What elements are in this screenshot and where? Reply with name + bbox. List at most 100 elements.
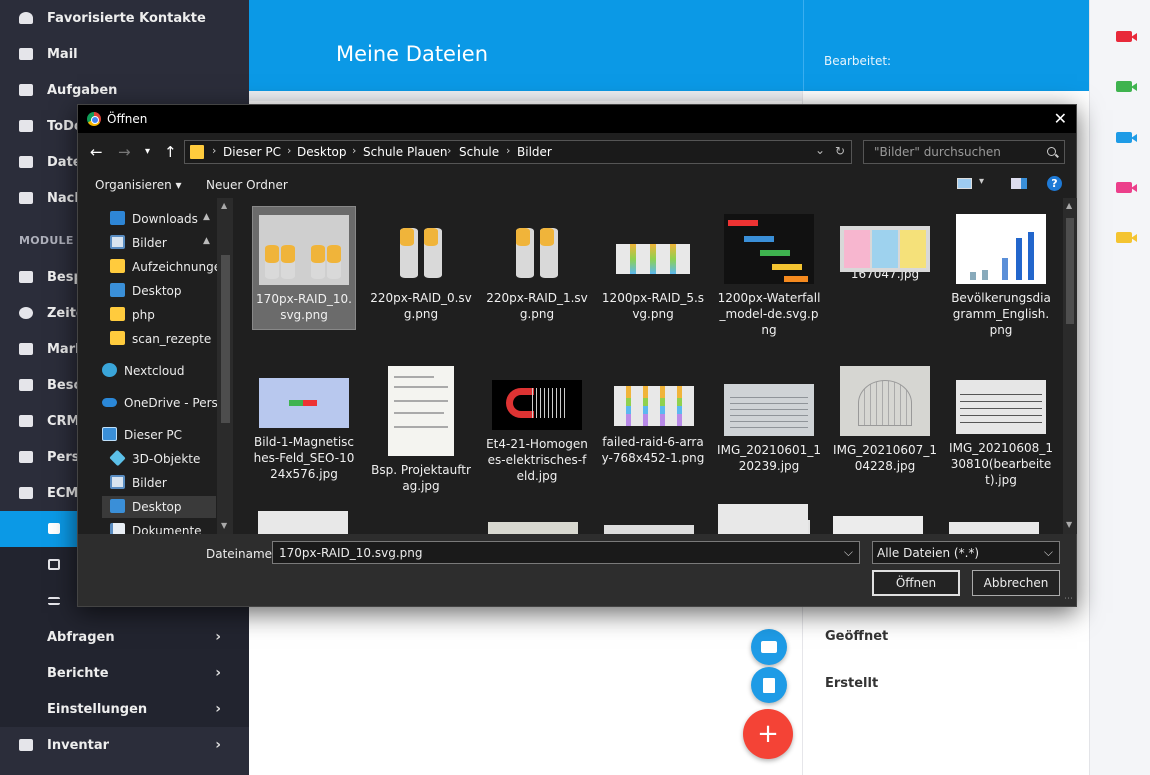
organize-button[interactable]: Organisieren ▾ xyxy=(95,178,182,192)
clock-icon xyxy=(19,307,33,319)
plus-box-icon xyxy=(19,487,33,499)
view-mode-icon[interactable] xyxy=(957,178,972,189)
video-call-icon[interactable] xyxy=(1116,132,1137,143)
sidebar-item-inventory[interactable]: Inventar › xyxy=(0,727,249,763)
page-header: Meine Dateien Bearbeitet: xyxy=(249,0,1089,91)
sidebar-item-mail[interactable]: Mail xyxy=(0,36,249,72)
scroll-up-icon[interactable]: ▲ xyxy=(221,201,227,210)
file-item[interactable]: IMG_20210608_130810(bearbeitet).jpg xyxy=(949,358,1053,488)
file-item[interactable]: Bevölkerungsdiagramm_English.png xyxy=(949,206,1053,338)
nav-item-desktop[interactable]: Desktop xyxy=(110,280,216,302)
video-call-icon[interactable] xyxy=(1116,31,1137,42)
breadcrumb-dieser-pc[interactable]: Dieser PC xyxy=(223,145,281,159)
nav-item-php[interactable]: php xyxy=(110,304,216,326)
edited-label: Bearbeitet: xyxy=(824,54,892,68)
file-item[interactable]: 1200px-RAID_5.svg.png xyxy=(601,206,705,322)
scroll-down-icon[interactable]: ▼ xyxy=(221,521,227,530)
file-item[interactable]: 1200px-Waterfall_model-de.svg.png xyxy=(717,206,821,338)
chevron-down-icon[interactable]: ⌵ xyxy=(844,545,853,560)
file-grid-scrollbar[interactable]: ▲ ▼ xyxy=(1063,198,1077,534)
nav-item-desktop-selected[interactable]: Desktop xyxy=(102,496,216,518)
filetype-select[interactable]: Alle Dateien (*.*) ⌵ xyxy=(872,541,1060,564)
preview-pane-icon[interactable] xyxy=(1011,178,1027,189)
file-item[interactable]: Bild-1-Magnetisches-Feld_SEO-1024x576.jp… xyxy=(252,358,356,482)
navigation-pane: Downloads ▲ Bilder ▲ Aufzeichnungen Deskto… xyxy=(78,198,233,534)
cancel-button[interactable]: Abbrechen xyxy=(972,570,1060,596)
video-call-icon[interactable] xyxy=(1116,232,1137,243)
sidebar-item-tasks[interactable]: Aufgaben xyxy=(0,72,249,108)
open-button[interactable]: Öffnen xyxy=(872,570,960,596)
nav-item-3d-objekte[interactable]: 3D-Objekte xyxy=(109,448,216,470)
forward-arrow-icon[interactable]: → xyxy=(118,143,131,161)
refresh-icon[interactable]: ↻ xyxy=(835,144,845,158)
file-item[interactable]: 220px-RAID_1.svg.png xyxy=(485,206,589,322)
file-thumbnail-partial[interactable] xyxy=(258,511,348,534)
3d-objects-icon xyxy=(109,449,126,467)
file-thumbnail-partial[interactable] xyxy=(718,504,808,534)
thumb-horseshoe xyxy=(492,380,582,430)
view-mode-chevron-icon[interactable]: ▾ xyxy=(979,176,984,187)
breadcrumb-schule-plauen[interactable]: Schule Plauen xyxy=(363,145,447,159)
recent-locations-chevron-icon[interactable]: ▾ xyxy=(145,146,150,157)
search-placeholder: "Bilder" durchsuchen xyxy=(874,145,1001,159)
video-call-strip xyxy=(1089,0,1150,775)
breadcrumb-bilder[interactable]: Bilder xyxy=(517,145,552,159)
nav-item-downloads[interactable]: Downloads ▲ xyxy=(110,208,216,230)
search-input[interactable]: "Bilder" durchsuchen xyxy=(863,140,1065,164)
nav-item-bilder[interactable]: Bilder xyxy=(110,472,216,494)
new-file-fab[interactable] xyxy=(751,667,787,703)
download-icon xyxy=(110,211,125,225)
file-item[interactable]: failed-raid-6-array-768x452-1.png xyxy=(601,358,705,466)
file-item[interactable]: IMG_20210607_104228.jpg xyxy=(833,358,937,474)
file-item[interactable]: IMG_20210601_120239.jpg xyxy=(717,358,821,474)
sidebar-item-favorite-contacts[interactable]: Favorisierte Kontakte xyxy=(0,0,249,36)
scroll-up-icon[interactable]: ▲ xyxy=(1066,201,1072,210)
scrollbar-thumb[interactable] xyxy=(1066,218,1074,324)
file-thumbnail-partial[interactable] xyxy=(604,525,694,534)
nav-item-dokumente[interactable]: Dokumente xyxy=(110,520,216,534)
help-icon[interactable]: ? xyxy=(1047,176,1062,191)
nav-item-bilder-pinned[interactable]: Bilder ▲ xyxy=(110,232,216,254)
new-folder-fab[interactable] xyxy=(751,629,787,665)
add-fab[interactable]: + xyxy=(743,709,793,759)
new-folder-button[interactable]: Neuer Ordner xyxy=(206,178,288,192)
checklist-icon xyxy=(48,597,60,605)
lock-icon xyxy=(19,739,33,751)
navigation-scrollbar[interactable]: ▲ ▼ xyxy=(217,198,233,534)
file-item[interactable]: 167047.jpg xyxy=(833,206,937,282)
video-call-icon[interactable] xyxy=(1116,81,1137,92)
nav-item-onedrive[interactable]: OneDrive - Persor xyxy=(102,392,233,414)
file-item[interactable]: Et4-21-Homogenes-elektrisches-feld.jpg xyxy=(485,358,589,484)
file-thumbnail-partial[interactable] xyxy=(833,516,923,534)
nav-item-dieser-pc[interactable]: Dieser PC xyxy=(102,424,216,446)
filename-input[interactable]: 170px-RAID_10.svg.png ⌵ xyxy=(272,541,860,564)
address-dropdown-icon[interactable]: ⌄ xyxy=(815,143,825,157)
file-thumbnail-partial[interactable] xyxy=(949,522,1039,534)
breadcrumb-separator-icon: › xyxy=(212,144,217,157)
close-icon[interactable]: ✕ xyxy=(1054,109,1067,128)
file-item[interactable]: 220px-RAID_0.svg.png xyxy=(369,206,473,322)
address-bar[interactable]: › Dieser PC › Desktop › Schule Plauen › … xyxy=(184,140,852,164)
scrollbar-thumb[interactable] xyxy=(221,255,230,423)
scroll-down-icon[interactable]: ▼ xyxy=(1066,520,1072,529)
sidebar-item-settings[interactable]: Einstellungen › xyxy=(0,691,249,727)
sidebar-item-reports[interactable]: Berichte › xyxy=(0,655,249,691)
resize-grip-icon[interactable]: ⋯ xyxy=(1064,594,1073,604)
video-call-icon[interactable] xyxy=(1116,182,1137,193)
file-item[interactable]: 170px-RAID_10.svg.png xyxy=(252,206,356,330)
nav-item-scan-rezepte[interactable]: scan_rezepte xyxy=(110,328,216,350)
nav-item-nextcloud[interactable]: Nextcloud xyxy=(102,360,216,382)
truck-icon xyxy=(19,379,33,391)
thumb-raid6 xyxy=(608,380,698,428)
breadcrumb-schule[interactable]: Schule xyxy=(459,145,499,159)
sidebar-item-queries[interactable]: Abfragen › xyxy=(0,619,249,655)
breadcrumb-desktop[interactable]: Desktop xyxy=(297,145,347,159)
file-name: Et4-21-Homogenes-elektrisches-feld.jpg xyxy=(486,437,588,483)
back-arrow-icon[interactable]: ← xyxy=(90,143,103,161)
folder-icon xyxy=(190,145,204,159)
nextcloud-icon xyxy=(102,363,117,377)
file-thumbnail-partial[interactable] xyxy=(488,522,578,534)
up-arrow-icon[interactable]: ↑ xyxy=(164,143,177,161)
nav-item-aufzeichnungen[interactable]: Aufzeichnungen xyxy=(110,256,230,278)
file-item[interactable]: Bsp. Projektauftrag.jpg xyxy=(369,358,473,494)
